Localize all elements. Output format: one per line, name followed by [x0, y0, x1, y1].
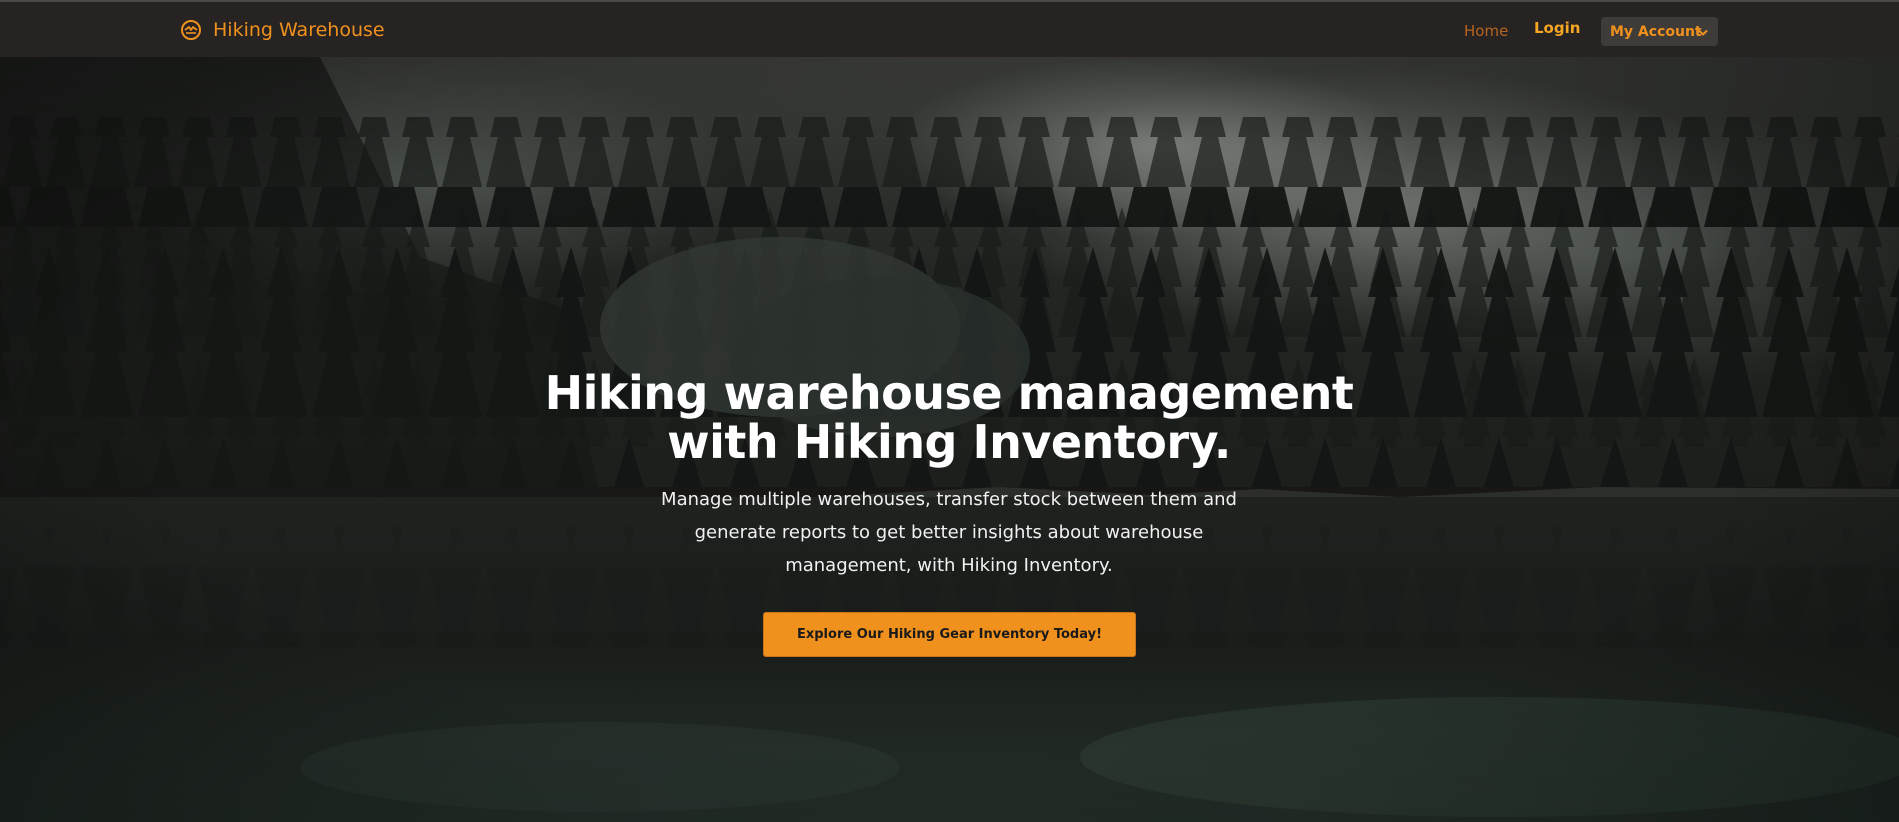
hero-subtitle: Manage multiple warehouses, transfer sto…: [661, 489, 1237, 576]
brand-name: Hiking Warehouse: [213, 19, 385, 41]
hero-title-line-1: Hiking warehouse management: [544, 366, 1354, 420]
chevron-down-icon: [1698, 26, 1708, 36]
my-account-label: My Account: [1610, 23, 1702, 40]
hero-section: Hiking warehouse management with Hiking …: [0, 57, 1899, 822]
nav-home-link[interactable]: Home: [1464, 22, 1508, 40]
top-navbar: Hiking Warehouse Home Login My Account: [0, 0, 1899, 57]
brand-link[interactable]: Hiking Warehouse: [180, 17, 385, 43]
hero-content: Hiking warehouse management with Hiking …: [0, 57, 1899, 822]
hero-title: Hiking warehouse management with Hiking …: [449, 369, 1449, 467]
page: Hiking Warehouse Home Login My Account H…: [0, 0, 1899, 822]
nav-login-link[interactable]: Login: [1534, 19, 1580, 37]
explore-inventory-button[interactable]: Explore Our Hiking Gear Inventory Today!: [763, 612, 1136, 657]
hero-title-line-2: with Hiking Inventory.: [667, 415, 1231, 469]
hiker-icon: [180, 19, 202, 41]
my-account-dropdown[interactable]: My Account: [1601, 17, 1718, 46]
